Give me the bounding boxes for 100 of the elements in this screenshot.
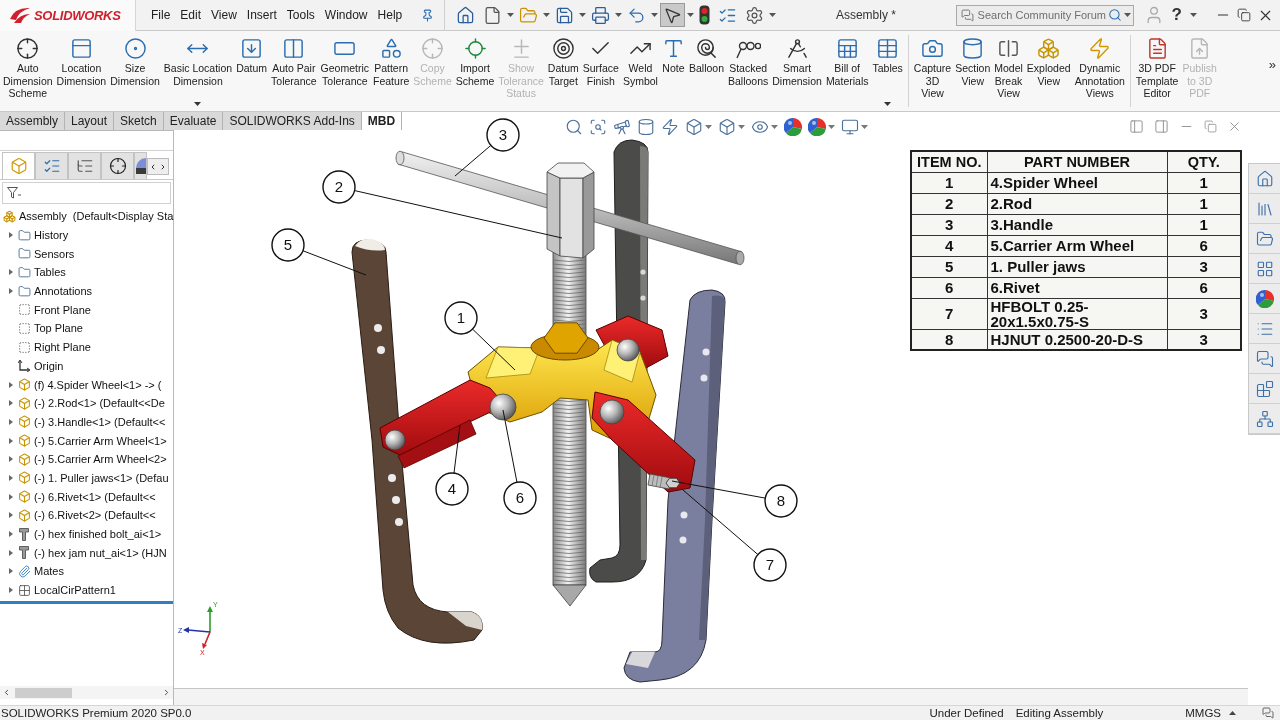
expand-arrow-icon[interactable] bbox=[9, 493, 13, 500]
tab[interactable]: Layout bbox=[65, 112, 115, 130]
tile-right-icon[interactable] bbox=[1154, 119, 1169, 134]
tree-item[interactable]: LocalCirPattern1 bbox=[0, 580, 173, 600]
tree-item[interactable]: Tables bbox=[0, 263, 173, 282]
tree-item[interactable]: (-) 5.Carrier Arm Wheel<2> bbox=[0, 449, 173, 469]
command-button[interactable]: Import Scheme bbox=[453, 35, 497, 109]
panel-tab[interactable] bbox=[134, 152, 147, 179]
expand-arrow-icon[interactable] bbox=[9, 456, 13, 463]
tree-item[interactable]: (-) 1. Puller jaws<1> (Defau bbox=[0, 468, 173, 488]
tab[interactable]: Sketch bbox=[114, 112, 164, 130]
color-ball-icon[interactable] bbox=[808, 118, 826, 136]
command-button[interactable]: 3D PDF Template Editor bbox=[1133, 35, 1181, 109]
tab[interactable]: SOLIDWORKS Add-Ins bbox=[223, 112, 362, 130]
caret-icon[interactable] bbox=[651, 13, 659, 17]
expand-arrow-icon[interactable] bbox=[9, 288, 13, 295]
telescope-icon[interactable] bbox=[613, 118, 631, 136]
command-button[interactable]: Dynamic Annotation Views bbox=[1072, 35, 1127, 109]
command-button[interactable]: Stacked Balloons bbox=[726, 35, 771, 109]
color-ball-icon[interactable] bbox=[1255, 289, 1274, 308]
lightning-icon[interactable] bbox=[661, 118, 679, 136]
command-button[interactable]: Datum Target bbox=[545, 35, 581, 109]
cube-icon[interactable] bbox=[685, 118, 703, 136]
command-button[interactable]: Balloon bbox=[686, 35, 726, 109]
caret-icon[interactable] bbox=[769, 13, 777, 17]
expand-arrow-icon[interactable] bbox=[9, 587, 13, 594]
units-label[interactable]: MMGS bbox=[1185, 707, 1221, 719]
tree-item[interactable]: Top Plane bbox=[0, 319, 173, 338]
tree-item[interactable]: Mates bbox=[0, 562, 173, 581]
open-folder-icon[interactable] bbox=[1255, 229, 1274, 248]
tab[interactable]: Assembly bbox=[0, 112, 65, 130]
menu-item[interactable]: View bbox=[206, 8, 242, 22]
expand-arrow-icon[interactable] bbox=[9, 418, 13, 425]
monitor-icon[interactable] bbox=[841, 118, 859, 136]
menu-item[interactable]: Insert bbox=[241, 8, 282, 22]
command-button[interactable]: Datum bbox=[234, 35, 270, 109]
caret-icon[interactable] bbox=[771, 125, 778, 129]
command-button[interactable]: Basic Location Dimension bbox=[161, 35, 235, 109]
expand-arrow-icon[interactable] bbox=[9, 568, 13, 575]
cube-icon[interactable] bbox=[718, 118, 736, 136]
tree-item[interactable]: Front Plane bbox=[0, 300, 173, 320]
command-button[interactable]: Size Dimension bbox=[108, 35, 162, 109]
command-button[interactable]: Auto Pair Tolerance bbox=[269, 35, 319, 109]
chat-icon[interactable] bbox=[1255, 349, 1274, 368]
expand-arrow-icon[interactable] bbox=[9, 549, 13, 556]
expand-arrow-icon[interactable] bbox=[9, 437, 13, 444]
caret-icon[interactable] bbox=[705, 125, 712, 129]
tile-left-icon[interactable] bbox=[1129, 119, 1144, 134]
rollback-bar[interactable] bbox=[0, 601, 173, 605]
command-button[interactable]: Section View bbox=[953, 35, 993, 109]
tree-item[interactable]: (-) 2.Rod<1> (Default<<De bbox=[0, 393, 173, 413]
command-button[interactable]: Note bbox=[659, 35, 687, 109]
restore-icon[interactable] bbox=[1237, 8, 1251, 22]
menu-item[interactable]: Edit bbox=[175, 8, 207, 22]
tree-item[interactable]: History bbox=[0, 225, 173, 245]
expand-arrow-icon[interactable] bbox=[9, 474, 13, 481]
color-ball-icon[interactable] bbox=[784, 118, 802, 136]
tree-item[interactable]: Annotations bbox=[0, 281, 173, 301]
chevron-right-icon[interactable] bbox=[159, 162, 167, 171]
tree-item[interactable]: (-) hex jam nut_ai<1> (HJN bbox=[0, 543, 173, 563]
horizontal-scrollbar[interactable] bbox=[0, 686, 173, 699]
command-button[interactable]: Bill of Materials bbox=[823, 35, 871, 109]
tree-item[interactable]: (-) 3.Handle<1> (Default<< bbox=[0, 412, 173, 432]
caret-icon[interactable] bbox=[507, 13, 515, 17]
zoom-area-icon[interactable] bbox=[589, 118, 607, 136]
command-button[interactable]: Geometric Tolerance bbox=[318, 35, 372, 109]
help-button[interactable]: ? bbox=[1169, 5, 1184, 25]
grid-icon[interactable] bbox=[1255, 259, 1274, 278]
cylinder-icon[interactable] bbox=[637, 118, 655, 136]
caret-icon[interactable] bbox=[1123, 12, 1131, 17]
tree-item[interactable]: (-) hex finished bolt_ai<1> bbox=[0, 524, 173, 544]
caret-icon[interactable] bbox=[861, 125, 868, 129]
caret-icon[interactable] bbox=[828, 125, 835, 129]
command-button[interactable]: Tables bbox=[870, 35, 905, 109]
chevron-left-icon[interactable] bbox=[2, 688, 11, 697]
chevron-right-icon[interactable] bbox=[162, 688, 171, 697]
magnifier-icon[interactable] bbox=[565, 118, 583, 136]
blocks-icon[interactable] bbox=[1255, 379, 1274, 398]
command-button[interactable]: Smart Dimension bbox=[770, 35, 824, 109]
tree-item[interactable]: (-) 6.Rivet<2> (Default<< bbox=[0, 506, 173, 525]
search-field[interactable]: Search Community Forum bbox=[955, 4, 1134, 26]
command-button[interactable]: Exploded View bbox=[1024, 35, 1073, 109]
tree-item[interactable]: Assembly (Default<Display Sta bbox=[0, 207, 173, 226]
caret-icon[interactable] bbox=[579, 13, 587, 17]
tree-item[interactable]: (-) 6.Rivet<1> (Default<< bbox=[0, 487, 173, 506]
expand-arrow-icon[interactable] bbox=[9, 269, 13, 276]
expand-arrow-icon[interactable] bbox=[9, 400, 13, 407]
tree-item[interactable]: (-) 5.Carrier Arm Wheel<1> bbox=[0, 431, 173, 450]
caret-icon[interactable] bbox=[738, 125, 745, 129]
caret-icon[interactable] bbox=[1190, 13, 1197, 17]
menu-item[interactable]: Tools bbox=[281, 8, 320, 22]
command-button[interactable]: Auto Dimension Scheme bbox=[1, 35, 55, 109]
command-button[interactable]: Capture 3D View bbox=[911, 35, 954, 109]
expand-arrow-icon[interactable] bbox=[9, 381, 13, 388]
funnel-icon[interactable] bbox=[7, 187, 21, 199]
toolbar-button[interactable] bbox=[660, 3, 686, 27]
more-button[interactable]: » bbox=[1264, 57, 1280, 72]
caret-icon[interactable] bbox=[543, 13, 551, 17]
caret-icon[interactable] bbox=[1229, 711, 1236, 715]
tree-item[interactable]: (f) 4.Spider Wheel<1> -> ( bbox=[0, 375, 173, 394]
